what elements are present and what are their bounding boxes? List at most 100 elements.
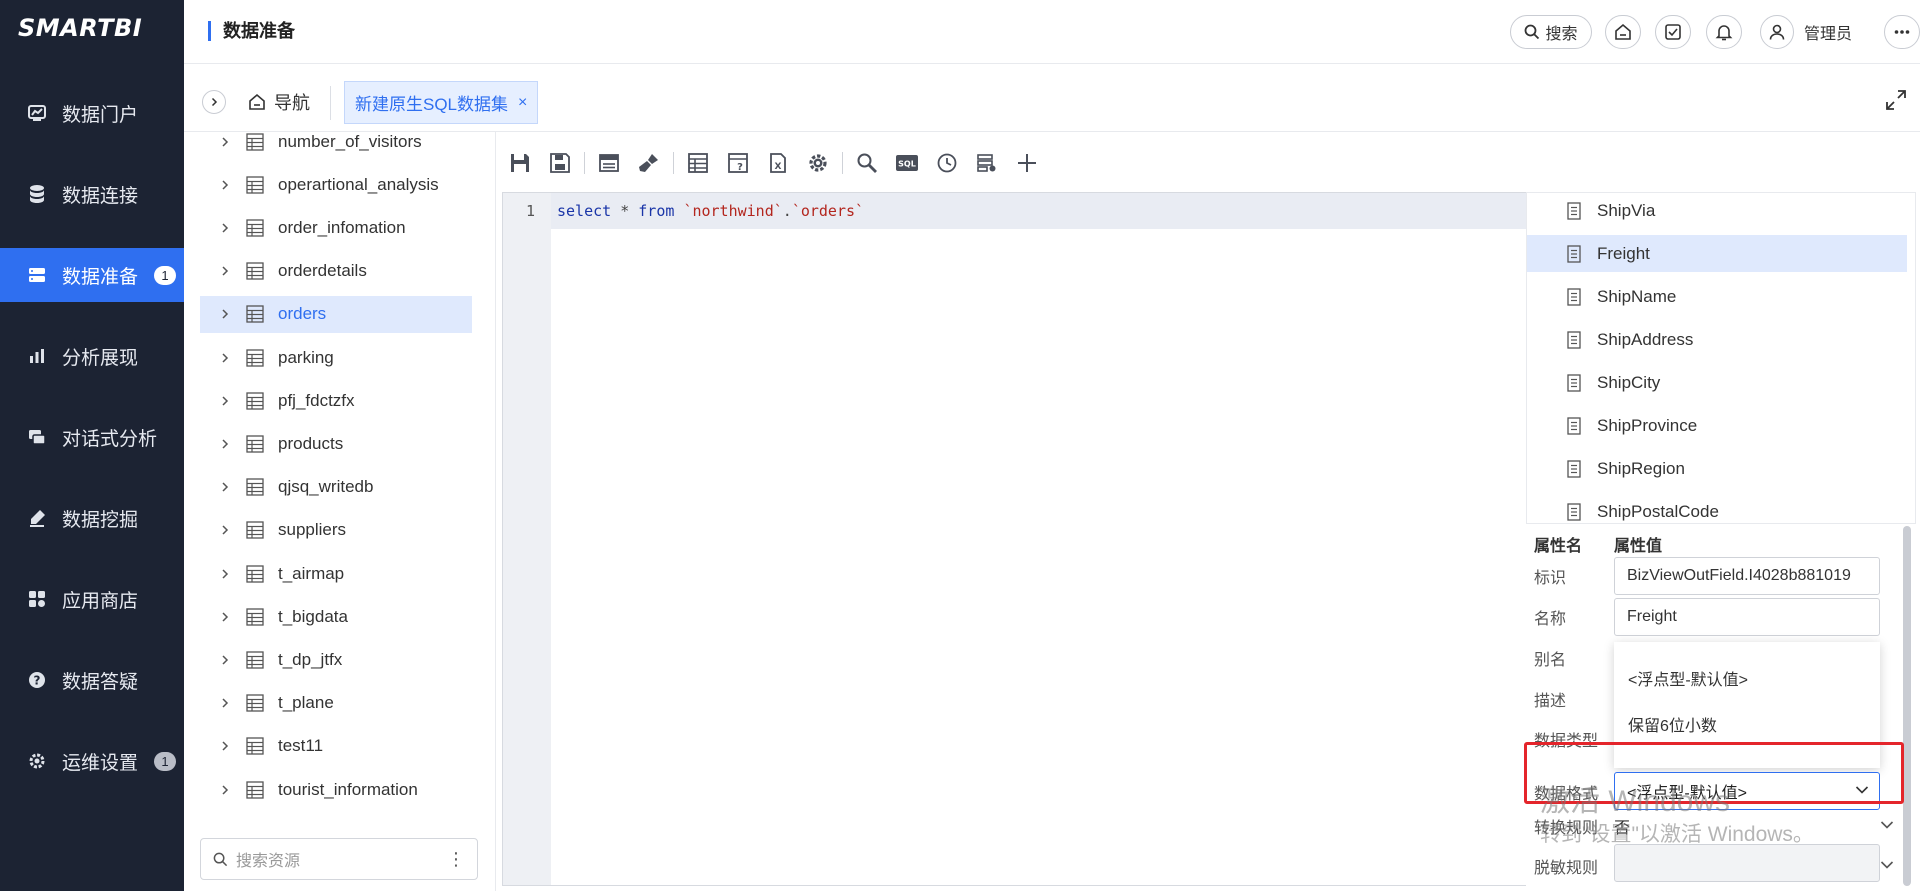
nav-badge: 1: [154, 751, 177, 771]
name-field[interactable]: Freight: [1614, 598, 1880, 636]
sql-editor[interactable]: 1 select * from `northwind`.`orders`: [502, 192, 1538, 886]
id-field[interactable]: BizViewOutField.I4028b881019: [1614, 557, 1880, 595]
chevron-right-icon[interactable]: [220, 352, 234, 364]
chevron-right-icon[interactable]: [220, 697, 234, 709]
code-line[interactable]: select * from `northwind`.`orders`: [557, 202, 864, 220]
tree-item[interactable]: t_plane: [200, 685, 472, 722]
chevron-right-icon[interactable]: [220, 740, 234, 752]
history-button[interactable]: [927, 143, 967, 183]
toolbar-divider: [842, 152, 843, 174]
more-dots-icon: [1894, 30, 1910, 34]
field-item[interactable]: ShipCity: [1527, 364, 1907, 401]
gear-icon: [26, 750, 48, 772]
table-icon: [688, 153, 708, 173]
chevron-right-icon[interactable]: [220, 654, 234, 666]
field-item[interactable]: ShipProvince: [1527, 408, 1907, 445]
tree-item[interactable]: pfj_fdctzfx: [200, 382, 472, 419]
save-as-button[interactable]: [540, 143, 580, 183]
find-button[interactable]: [847, 143, 887, 183]
sidebar-item-data-mining[interactable]: 数据挖掘: [0, 491, 184, 545]
more-vertical-icon[interactable]: ⋮: [447, 849, 465, 870]
chevron-right-icon[interactable]: [220, 265, 234, 277]
field-item[interactable]: ShipPostalCode: [1527, 494, 1907, 523]
sql-button[interactable]: SQL: [887, 143, 927, 183]
home-icon: [1615, 23, 1631, 40]
format-option[interactable]: 保留6位小数: [1628, 712, 1717, 736]
tree-item-label: tourist_information: [278, 779, 418, 799]
chevron-right-icon[interactable]: [220, 438, 234, 450]
chevron-down-icon[interactable]: [1880, 860, 1894, 870]
table-name: `orders`: [791, 202, 865, 220]
notifications-button[interactable]: [1706, 15, 1742, 49]
global-search-button[interactable]: 搜索: [1510, 15, 1592, 49]
data-prep-icon: [26, 264, 48, 286]
user-menu[interactable]: 管理员: [1760, 15, 1852, 49]
tree-item[interactable]: orders: [200, 295, 472, 333]
chevron-right-icon[interactable]: [220, 179, 234, 191]
field-item[interactable]: ShipRegion: [1527, 451, 1907, 488]
tree-item[interactable]: orderdetails: [200, 253, 472, 290]
sidebar-item-label: 数据答疑: [62, 671, 139, 693]
format-option[interactable]: <浮点型-默认值>: [1628, 666, 1748, 690]
table-fields-button[interactable]: [678, 143, 718, 183]
sidebar-item-data-prep[interactable]: 数据准备 1: [0, 248, 184, 302]
mask-rule-select[interactable]: [1614, 844, 1880, 882]
filter-settings-button[interactable]: [967, 143, 1007, 183]
tree-item[interactable]: t_bigdata: [200, 598, 472, 635]
sidebar-item-ops-settings[interactable]: 运维设置 1: [0, 734, 184, 788]
resource-search-input[interactable]: 搜索资源 ⋮: [200, 838, 478, 880]
tab-new-native-sql-dataset[interactable]: 新建原生SQL数据集 ×: [344, 81, 539, 124]
chevron-right-icon[interactable]: [220, 222, 234, 234]
export-excel-button[interactable]: X: [758, 143, 798, 183]
tree-item[interactable]: t_dp_jtfx: [200, 641, 472, 678]
tree-item[interactable]: products: [200, 425, 472, 462]
close-tab-icon[interactable]: ×: [518, 94, 527, 112]
fullscreen-icon[interactable]: [1884, 88, 1908, 112]
layout-button[interactable]: [589, 143, 629, 183]
prop-label-name: 名称: [1534, 611, 1567, 628]
tree-item[interactable]: number_of_visitors: [200, 132, 472, 160]
chevron-right-icon[interactable]: [220, 568, 234, 580]
parameter-button[interactable]: ?: [718, 143, 758, 183]
collapse-tree-button[interactable]: [202, 90, 226, 114]
field-item[interactable]: ShipAddress: [1527, 321, 1907, 358]
chevron-right-icon[interactable]: [220, 395, 234, 407]
chevron-down-icon[interactable]: [1880, 820, 1894, 830]
add-button[interactable]: [1007, 143, 1047, 183]
sidebar-item-analysis[interactable]: 分析展现: [0, 329, 184, 383]
tree-item[interactable]: suppliers: [200, 512, 472, 549]
format-brush-button[interactable]: [629, 143, 669, 183]
field-item[interactable]: ShipVia: [1527, 193, 1907, 229]
tree-item[interactable]: test11: [200, 728, 472, 765]
chevron-right-icon[interactable]: [220, 481, 234, 493]
convert-rule-value[interactable]: 否: [1614, 814, 1630, 838]
sidebar-item-data-portal[interactable]: 数据门户: [0, 86, 184, 140]
tasks-button[interactable]: [1655, 15, 1691, 49]
chevron-right-icon[interactable]: [220, 136, 234, 148]
tree-item[interactable]: qjsq_writedb: [200, 469, 472, 506]
tree-item[interactable]: operartional_analysis: [200, 166, 472, 203]
tree-item[interactable]: t_airmap: [200, 555, 472, 592]
table-icon: [246, 305, 264, 323]
chevron-right-icon[interactable]: [220, 524, 234, 536]
tab-navigation[interactable]: 导航: [248, 88, 310, 116]
tree-item[interactable]: order_infomation: [200, 209, 472, 246]
properties-scrollbar[interactable]: [1903, 526, 1911, 886]
field-item[interactable]: ShipName: [1527, 278, 1907, 315]
sidebar-item-app-store[interactable]: 应用商店: [0, 572, 184, 626]
sidebar-item-conversational[interactable]: 对话式分析: [0, 410, 184, 464]
chevron-right-icon[interactable]: [220, 308, 234, 320]
chevron-right-icon[interactable]: [220, 784, 234, 796]
tree-item[interactable]: parking: [200, 339, 472, 376]
sidebar-item-data-qa[interactable]: ? 数据答疑: [0, 653, 184, 707]
chevron-right-icon[interactable]: [220, 611, 234, 623]
settings-button[interactable]: [798, 143, 838, 183]
field-item[interactable]: Freight: [1527, 235, 1907, 273]
svg-text:SQL: SQL: [898, 160, 916, 169]
home-button[interactable]: [1605, 15, 1641, 49]
save-button[interactable]: [500, 143, 540, 183]
more-button[interactable]: [1884, 15, 1920, 49]
sidebar-item-data-connection[interactable]: 数据连接: [0, 167, 184, 221]
toolbar-divider: [584, 152, 585, 174]
tree-item[interactable]: tourist_information: [200, 771, 472, 808]
